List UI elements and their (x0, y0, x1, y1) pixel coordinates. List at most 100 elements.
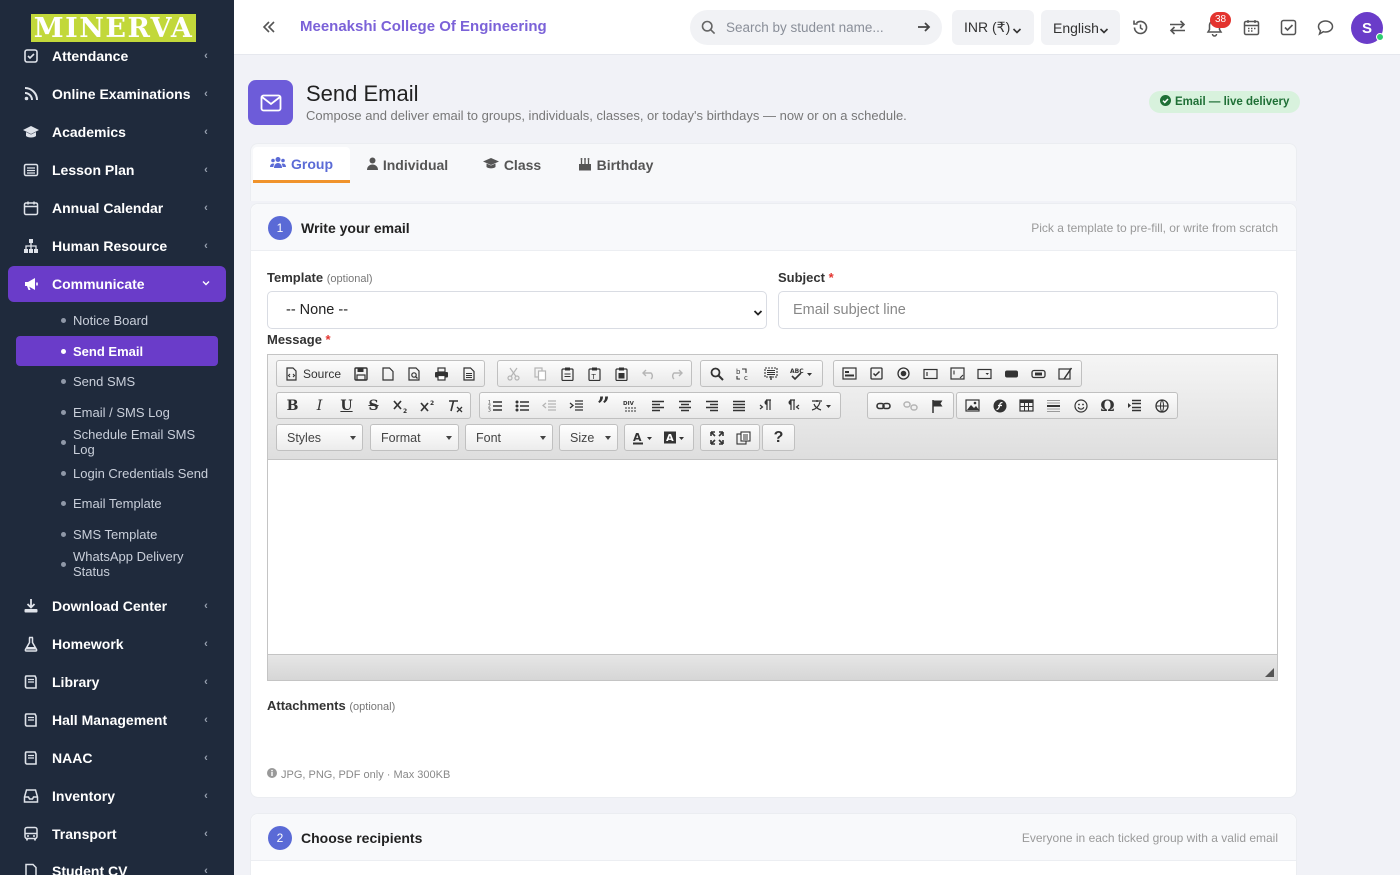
image-icon[interactable] (959, 393, 986, 418)
strikethrough-icon[interactable]: S (360, 393, 387, 418)
underline-icon[interactable]: U (333, 393, 360, 418)
radio-field-icon[interactable] (890, 361, 917, 386)
flash-icon[interactable] (986, 393, 1013, 418)
template-select[interactable]: -- None -- (267, 291, 767, 329)
sidebar-sub-schedule-email-sms-log[interactable]: Schedule Email SMS Log (16, 427, 218, 457)
align-left-icon[interactable] (644, 393, 671, 418)
new-page-icon[interactable] (374, 361, 401, 386)
unlink-icon[interactable] (897, 393, 924, 418)
college-name[interactable]: Meenakshi College Of Engineering (300, 18, 547, 35)
print-icon[interactable] (428, 361, 455, 386)
spellcheck-icon[interactable]: ABC (784, 361, 820, 386)
styles-dropdown[interactable]: Styles (276, 424, 363, 451)
copy-icon[interactable] (527, 361, 554, 386)
sidebar-item-lesson-plan[interactable]: Lesson Plan ‹ (8, 152, 226, 188)
language-select[interactable]: English (1041, 10, 1120, 45)
paste-icon[interactable] (554, 361, 581, 386)
tab-group[interactable]: Group (253, 147, 350, 183)
sidebar-sub-send-sms[interactable]: Send SMS (16, 366, 218, 396)
tab-class[interactable]: Class (472, 147, 552, 183)
bold-icon[interactable]: B (279, 393, 306, 418)
horizontal-rule-icon[interactable] (1040, 393, 1067, 418)
format-dropdown[interactable]: Format (370, 424, 459, 451)
indent-icon[interactable] (563, 393, 590, 418)
tab-birthday[interactable]: Birthday (568, 147, 663, 183)
text-field-icon[interactable] (917, 361, 944, 386)
image-button-icon[interactable] (1025, 361, 1052, 386)
numbered-list-icon[interactable]: 123 (482, 393, 509, 418)
superscript-icon[interactable]: 2 (414, 393, 441, 418)
source-button[interactable]: Source (279, 361, 347, 386)
button-field-icon[interactable] (998, 361, 1025, 386)
sidebar-item-naac[interactable]: NAAC ‹ (8, 740, 226, 776)
align-center-icon[interactable] (671, 393, 698, 418)
save-icon[interactable] (347, 361, 374, 386)
sidebar-sub-email-sms-log[interactable]: Email / SMS Log (16, 397, 218, 427)
outdent-icon[interactable] (536, 393, 563, 418)
paste-text-icon[interactable]: T (581, 361, 608, 386)
sidebar-item-library[interactable]: Library ‹ (8, 664, 226, 700)
maximize-icon[interactable] (703, 425, 730, 450)
background-color-icon[interactable]: A (659, 425, 691, 450)
smiley-icon[interactable] (1067, 393, 1094, 418)
help-icon[interactable]: ? (765, 425, 792, 450)
sidebar-item-human-resource[interactable]: Human Resource ‹ (8, 228, 226, 264)
sidebar-item-communicate[interactable]: Communicate (8, 266, 226, 302)
select-field-icon[interactable] (971, 361, 998, 386)
special-char-icon[interactable]: Ω (1094, 393, 1121, 418)
text-direction-rtl-icon[interactable] (779, 393, 806, 418)
sidebar-sub-send-email[interactable]: Send Email (16, 336, 218, 366)
search-input[interactable] (726, 10, 906, 45)
show-blocks-icon[interactable] (730, 425, 757, 450)
blockquote-icon[interactable]: ” (590, 393, 617, 419)
sidebar-item-hall-management[interactable]: Hall Management ‹ (8, 702, 226, 738)
exchange-icon[interactable] (1168, 18, 1187, 37)
textarea-field-icon[interactable] (944, 361, 971, 386)
chat-icon[interactable] (1316, 18, 1335, 37)
templates-icon[interactable] (455, 361, 482, 386)
sidebar-item-student-cv[interactable]: Student CV ‹ (8, 853, 226, 875)
text-direction-ltr-icon[interactable] (752, 393, 779, 418)
font-dropdown[interactable]: Font (465, 424, 553, 451)
subject-input[interactable] (778, 291, 1278, 329)
remove-format-icon[interactable] (441, 393, 468, 418)
preview-icon[interactable] (401, 361, 428, 386)
iframe-icon[interactable] (1148, 393, 1175, 418)
anchor-flag-icon[interactable] (924, 393, 951, 418)
message-body-area[interactable] (268, 460, 1277, 656)
size-dropdown[interactable]: Size (559, 424, 618, 451)
task-check-icon[interactable] (1279, 18, 1298, 37)
hidden-field-icon[interactable] (1052, 361, 1079, 386)
tab-individual[interactable]: Individual (360, 147, 455, 183)
sidebar-item-download-center[interactable]: Download Center ‹ (8, 588, 226, 624)
bulleted-list-icon[interactable] (509, 393, 536, 418)
form-icon[interactable] (836, 361, 863, 386)
sidebar-sub-email-template[interactable]: Email Template (16, 488, 218, 518)
sidebar-item-online-examinations[interactable]: Online Examinations ‹ (8, 76, 226, 112)
undo-icon[interactable] (635, 361, 662, 386)
sidebar-item-academics[interactable]: Academics ‹ (8, 114, 226, 150)
resize-handle-icon[interactable] (1265, 668, 1274, 677)
history-icon[interactable] (1131, 18, 1150, 37)
subscript-icon[interactable]: 2 (387, 393, 414, 418)
cut-icon[interactable] (500, 361, 527, 386)
redo-icon[interactable] (662, 361, 689, 386)
link-icon[interactable] (870, 393, 897, 418)
calendar-icon[interactable] (1242, 18, 1261, 37)
justify-icon[interactable] (725, 393, 752, 418)
sidebar-item-attendance[interactable]: Attendance ‹ (8, 38, 226, 74)
sidebar-sub-whatsapp-delivery-status[interactable]: WhatsApp Delivery Status (16, 549, 218, 579)
paste-word-icon[interactable] (608, 361, 635, 386)
align-right-icon[interactable] (698, 393, 725, 418)
page-break-icon[interactable] (1121, 393, 1148, 418)
currency-select[interactable]: INR (₹) (952, 10, 1034, 45)
find-icon[interactable] (703, 361, 730, 386)
select-all-icon[interactable] (757, 361, 784, 386)
sidebar-item-annual-calendar[interactable]: Annual Calendar ‹ (8, 190, 226, 226)
collapse-sidebar-icon[interactable] (260, 18, 278, 36)
sidebar-item-transport[interactable]: Transport ‹ (8, 816, 226, 852)
text-color-icon[interactable]: A (627, 425, 659, 450)
sidebar-sub-login-credentials-send[interactable]: Login Credentials Send (16, 458, 218, 488)
arrow-right-icon[interactable] (916, 19, 932, 35)
checkbox-field-icon[interactable] (863, 361, 890, 386)
